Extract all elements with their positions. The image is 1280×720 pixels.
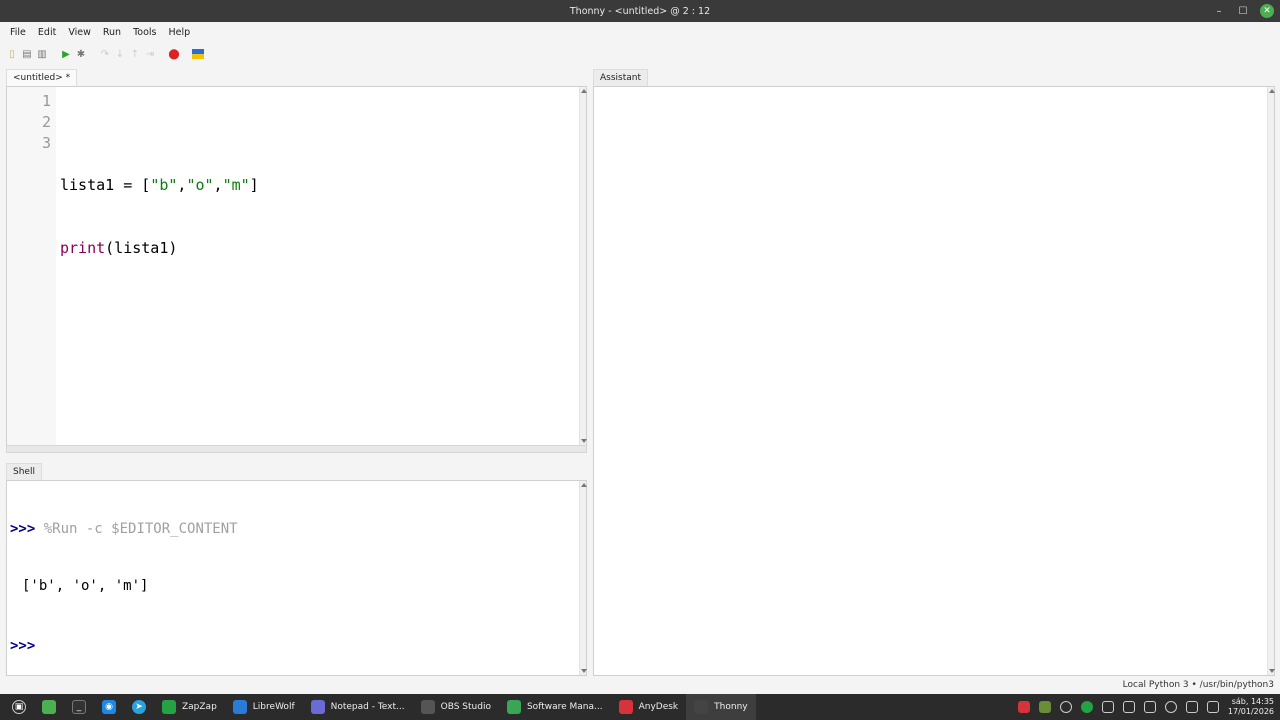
telegram-icon: ➤ [132, 700, 146, 714]
tray-app-icon[interactable] [1038, 701, 1051, 713]
folder-icon [42, 700, 56, 714]
app-icon [162, 700, 176, 714]
taskbar-app-label: OBS Studio [440, 702, 491, 712]
stop-icon[interactable]: ⬤ [168, 48, 180, 60]
system-tray: sáb, 14:35 17/01/2026 [1017, 694, 1274, 720]
start-menu-button[interactable]: ▣ [4, 694, 34, 720]
ukraine-flag-icon[interactable] [192, 48, 204, 60]
menu-edit[interactable]: Edit [32, 27, 62, 38]
shell-prompt-current: >>> [10, 638, 36, 654]
new-file-icon[interactable]: ▯ [6, 48, 18, 60]
shell-vertical-scrollbar[interactable] [579, 481, 587, 675]
app-icon [232, 700, 247, 714]
resume-icon[interactable]: ⇥ [144, 48, 156, 60]
update-icon[interactable] [1122, 701, 1135, 713]
taskbar-app-label: LibreWolf [252, 702, 295, 712]
wifi-icon[interactable] [1164, 701, 1177, 713]
tab-assistant[interactable]: Assistant [593, 69, 649, 86]
line-number: 2 [41, 113, 51, 131]
interpreter-status[interactable]: Local Python 3 • /usr/bin/python3 [1123, 680, 1274, 690]
menu-tools[interactable]: Tools [127, 27, 162, 38]
taskbar-app-label: ZapZap [182, 702, 217, 712]
menu-bar: File Edit View Run Tools Help [0, 22, 1280, 42]
steam-icon[interactable] [1059, 701, 1072, 713]
launcher-telegram[interactable]: ➤ [124, 694, 154, 720]
step-out-icon[interactable]: ↑ [129, 48, 141, 60]
taskbar-app[interactable]: OBS Studio [413, 694, 499, 720]
line-gutter: 1 2 3 [7, 87, 56, 445]
notifications-icon[interactable] [1206, 701, 1219, 713]
app-icon [420, 700, 435, 714]
shell-prompt: >>> [10, 521, 36, 537]
menu-run[interactable]: Run [97, 27, 127, 38]
open-file-icon[interactable]: ▤ [21, 48, 33, 60]
step-over-icon[interactable]: ↷ [99, 48, 111, 60]
app-icon [694, 700, 709, 714]
code-text[interactable]: lista1 = ["b","o","m"] print(lista1) [60, 91, 259, 301]
menu-help[interactable]: Help [162, 27, 196, 38]
code-line: lista1 = ["b","o","m"] [60, 176, 259, 194]
close-icon[interactable]: ✕ [1260, 4, 1274, 18]
step-into-icon[interactable]: ↓ [114, 48, 126, 60]
telegram-tray-icon[interactable] [1143, 701, 1156, 713]
code-editor[interactable]: 1 2 3 lista1 = ["b","o","m"] print(lista… [6, 86, 587, 446]
launcher-settings[interactable]: ◉ [94, 694, 124, 720]
shell-command: %Run -c $EDITOR_CONTENT [43, 521, 238, 537]
save-file-icon[interactable]: ▥ [36, 48, 48, 60]
editor-vertical-scrollbar[interactable] [579, 87, 587, 445]
taskbar-app[interactable]: ZapZap [154, 694, 225, 720]
assistant-tab-row: Assistant [593, 68, 649, 86]
launcher-files[interactable] [34, 694, 64, 720]
shell-panel[interactable]: >>> %Run -c $EDITOR_CONTENT ['b', 'o', '… [6, 480, 587, 676]
toolbar: ▯ ▤ ▥ ▶ ✱ ↷ ↓ ↑ ⇥ ⬤ [0, 44, 1280, 64]
settings-icon: ◉ [102, 700, 116, 714]
taskbar-app[interactable]: AnyDesk [611, 694, 687, 720]
assistant-panel [593, 86, 1275, 676]
taskbar-app[interactable]: Software Mana... [499, 694, 611, 720]
taskbar-app-label: Notepad - Text... [330, 702, 405, 712]
taskbar-app[interactable]: Notepad - Text... [303, 694, 413, 720]
taskbar-app-label: Thonny [714, 702, 748, 712]
minimize-icon[interactable]: – [1212, 4, 1226, 18]
shell-output: ['b', 'o', 'm'] [22, 578, 149, 594]
shell-tab-row: Shell [6, 462, 42, 480]
volume-icon[interactable] [1185, 701, 1198, 713]
tab-untitled[interactable]: <untitled> * [6, 69, 78, 86]
menu-icon: ▣ [12, 700, 26, 714]
assistant-vertical-scrollbar[interactable] [1267, 87, 1275, 675]
whatsapp-icon[interactable] [1080, 701, 1093, 713]
editor-tab-row: <untitled> * [6, 68, 78, 86]
app-icon [310, 700, 325, 714]
line-number: 3 [41, 134, 51, 152]
menu-view[interactable]: View [62, 27, 97, 38]
run-icon[interactable]: ▶ [60, 48, 72, 60]
app-icon [506, 700, 521, 714]
launcher-terminal[interactable]: _ [64, 694, 94, 720]
title-bar: Thonny - <untitled> @ 2 : 12 – ☐ ✕ [0, 0, 1280, 22]
clock-time: sáb, 14:35 [1231, 697, 1274, 706]
terminal-icon: _ [72, 700, 86, 714]
menu-file[interactable]: File [4, 27, 32, 38]
tab-shell[interactable]: Shell [6, 463, 42, 480]
line-number: 1 [41, 92, 51, 110]
editor-horizontal-scrollbar[interactable] [6, 445, 587, 453]
clock-date: 17/01/2026 [1227, 707, 1274, 716]
shield-icon[interactable] [1101, 701, 1114, 713]
code-line: print(lista1) [60, 239, 178, 257]
taskbar-app[interactable]: Thonny [686, 694, 756, 720]
anydesk-tray-icon[interactable] [1017, 701, 1030, 713]
clock[interactable]: sáb, 14:35 17/01/2026 [1228, 697, 1274, 717]
maximize-icon[interactable]: ☐ [1236, 4, 1250, 18]
app-icon [618, 700, 633, 714]
window-title: Thonny - <untitled> @ 2 : 12 [569, 5, 711, 17]
taskbar-app-label: Software Mana... [526, 702, 603, 712]
taskbar-app[interactable]: LibreWolf [225, 694, 303, 720]
taskbar-app-label: AnyDesk [638, 702, 679, 712]
debug-icon[interactable]: ✱ [75, 48, 87, 60]
